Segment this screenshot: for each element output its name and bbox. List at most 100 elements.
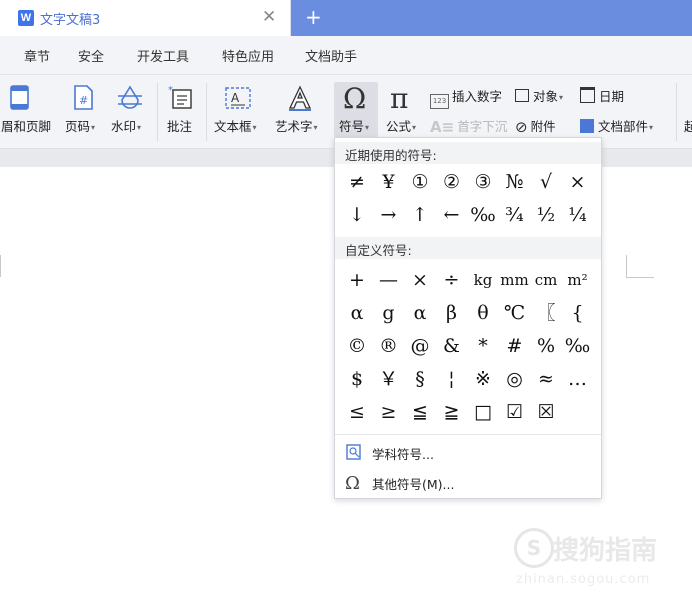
custom-symbol[interactable]: θ <box>467 297 499 329</box>
recent-symbol[interactable]: √ <box>530 166 562 198</box>
custom-symbol[interactable]: % <box>530 330 562 362</box>
custom-symbol[interactable]: ÷ <box>436 264 468 296</box>
recent-symbol[interactable]: ¼ <box>562 199 594 231</box>
custom-symbol[interactable]: § <box>404 363 436 395</box>
custom-symbol[interactable]: α <box>341 297 373 329</box>
custom-symbol[interactable]: © <box>341 330 373 362</box>
recent-symbol[interactable]: ¥ <box>373 166 405 198</box>
custom-symbol[interactable]: β <box>436 297 468 329</box>
menu-developer-tools[interactable]: 开发工具 <box>137 46 189 65</box>
custom-symbol[interactable]: ‰ <box>562 330 594 362</box>
custom-symbol[interactable]: … <box>562 363 594 395</box>
drop-cap-label: 首字下沉 <box>457 119 508 134</box>
page-number-button[interactable]: # 页码▾ <box>63 75 105 147</box>
custom-symbol[interactable]: ℃ <box>499 297 531 329</box>
custom-symbol[interactable]: g <box>373 297 405 329</box>
recent-symbol[interactable]: ③ <box>467 166 499 198</box>
object-button[interactable]: 对象▾ <box>515 86 563 105</box>
custom-symbol[interactable]: ≧ <box>436 396 468 428</box>
recent-symbol[interactable]: № <box>499 166 531 198</box>
recent-symbol[interactable]: × <box>562 166 594 198</box>
other-symbols-item[interactable]: Ω 其他符号(M)... <box>335 468 601 496</box>
custom-symbol[interactable]: □ <box>467 396 499 428</box>
menu-special-features[interactable]: 特色应用 <box>222 46 274 65</box>
custom-symbol[interactable]: * <box>467 330 499 362</box>
custom-symbol[interactable]: m² <box>562 264 594 296</box>
page-number-icon: # <box>74 85 93 110</box>
date-button[interactable]: 日期 <box>580 86 624 105</box>
custom-symbol[interactable]: ® <box>373 330 405 362</box>
comment-label: 批注 <box>167 119 193 134</box>
recent-symbols-title: 近期使用的符号: <box>345 148 437 163</box>
insert-number-button[interactable]: 123 插入数字 <box>430 86 502 109</box>
recent-symbol[interactable]: → <box>373 199 405 231</box>
custom-symbol[interactable]: mm <box>499 264 531 296</box>
custom-symbol[interactable]: ￥ <box>373 363 405 395</box>
subject-symbols-label: 学科符号... <box>372 447 434 462</box>
recent-symbol[interactable]: ② <box>436 166 468 198</box>
watermark-brand: 搜狗指南 <box>553 536 658 566</box>
wps-writer-logo-icon: W <box>18 10 34 26</box>
close-tab-icon[interactable]: ✕ <box>262 8 276 26</box>
subject-symbols-item[interactable]: 学科符号... <box>335 438 601 466</box>
header-footer-button[interactable]: 眉和页脚 <box>0 75 58 147</box>
custom-symbol[interactable]: + <box>341 264 373 296</box>
crop-mark <box>626 255 627 277</box>
custom-symbol[interactable]: ≈ <box>530 363 562 395</box>
recent-symbol[interactable]: ↓ <box>341 199 373 231</box>
custom-symbol[interactable]: ¦ <box>436 363 468 395</box>
omega-icon: Ω <box>343 83 366 113</box>
custom-symbol[interactable]: 〖 <box>530 297 562 329</box>
menu-document-assistant[interactable]: 文档助手 <box>305 46 357 65</box>
recent-symbol[interactable]: ‰ <box>467 199 499 231</box>
comment-button[interactable]: * 批注 <box>162 75 202 147</box>
custom-symbol[interactable]: ☒ <box>530 396 562 428</box>
recent-symbol[interactable]: ① <box>404 166 436 198</box>
document-title: 文字文稿3 <box>40 13 101 28</box>
document-parts-button[interactable]: 文档部件▾ <box>580 116 653 135</box>
custom-symbol[interactable]: ≥ <box>373 396 405 428</box>
panel-divider <box>335 434 601 435</box>
custom-symbol[interactable]: & <box>436 330 468 362</box>
recent-symbol[interactable]: ½ <box>530 199 562 231</box>
attachment-label: 附件 <box>530 119 556 134</box>
menu-chapter[interactable]: 章节 <box>24 46 50 65</box>
attachment-button[interactable]: ⊘ 附件 <box>515 116 556 136</box>
custom-symbol[interactable]: # <box>499 330 531 362</box>
custom-symbol[interactable]: ※ <box>467 363 499 395</box>
watermark-button[interactable]: 水印▾ <box>108 75 152 147</box>
custom-symbol[interactable]: × <box>404 264 436 296</box>
custom-symbol[interactable]: @ <box>404 330 436 362</box>
wordart-button[interactable]: 艺术字▾ <box>273 75 329 147</box>
svg-text:*: * <box>168 85 173 96</box>
custom-symbol[interactable]: $ <box>341 363 373 395</box>
crop-mark <box>626 277 654 278</box>
custom-symbol[interactable]: ◎ <box>499 363 531 395</box>
custom-symbol[interactable]: — <box>373 264 405 296</box>
custom-symbol[interactable]: ≤ <box>341 396 373 428</box>
new-tab-button[interactable]: + <box>305 5 322 29</box>
custom-symbol[interactable]: kg <box>467 264 499 296</box>
ribbon-separator <box>676 83 677 141</box>
textbox-button[interactable]: A 文本框▾ <box>212 75 268 147</box>
drop-cap-button[interactable]: A≡ 首字下沉 <box>430 116 507 136</box>
title-bar: W 文字文稿3 ✕ + <box>0 0 692 36</box>
formula-label: 公式▾ <box>386 119 417 134</box>
wordart-label: 艺术字▾ <box>275 119 318 134</box>
custom-symbol[interactable]: ≦ <box>404 396 436 428</box>
custom-symbol[interactable]: α <box>404 297 436 329</box>
custom-symbol[interactable]: ☑ <box>499 396 531 428</box>
custom-symbol[interactable]: cm <box>530 264 562 296</box>
recent-symbol[interactable]: ≠ <box>341 166 373 198</box>
svg-text:Ω: Ω <box>343 83 366 113</box>
header-footer-icon <box>10 85 29 110</box>
overflow-label[interactable]: 起 <box>684 116 692 135</box>
custom-symbol[interactable]: { <box>562 297 594 329</box>
recent-symbol[interactable]: ← <box>436 199 468 231</box>
other-symbols-label: 其他符号(M)... <box>372 477 455 492</box>
menu-security[interactable]: 安全 <box>78 46 104 65</box>
recent-symbol[interactable]: ¾ <box>499 199 531 231</box>
svg-text:π: π <box>390 83 408 113</box>
recent-symbol[interactable]: ↑ <box>404 199 436 231</box>
document-tab[interactable]: W 文字文稿3 ✕ <box>0 0 291 36</box>
